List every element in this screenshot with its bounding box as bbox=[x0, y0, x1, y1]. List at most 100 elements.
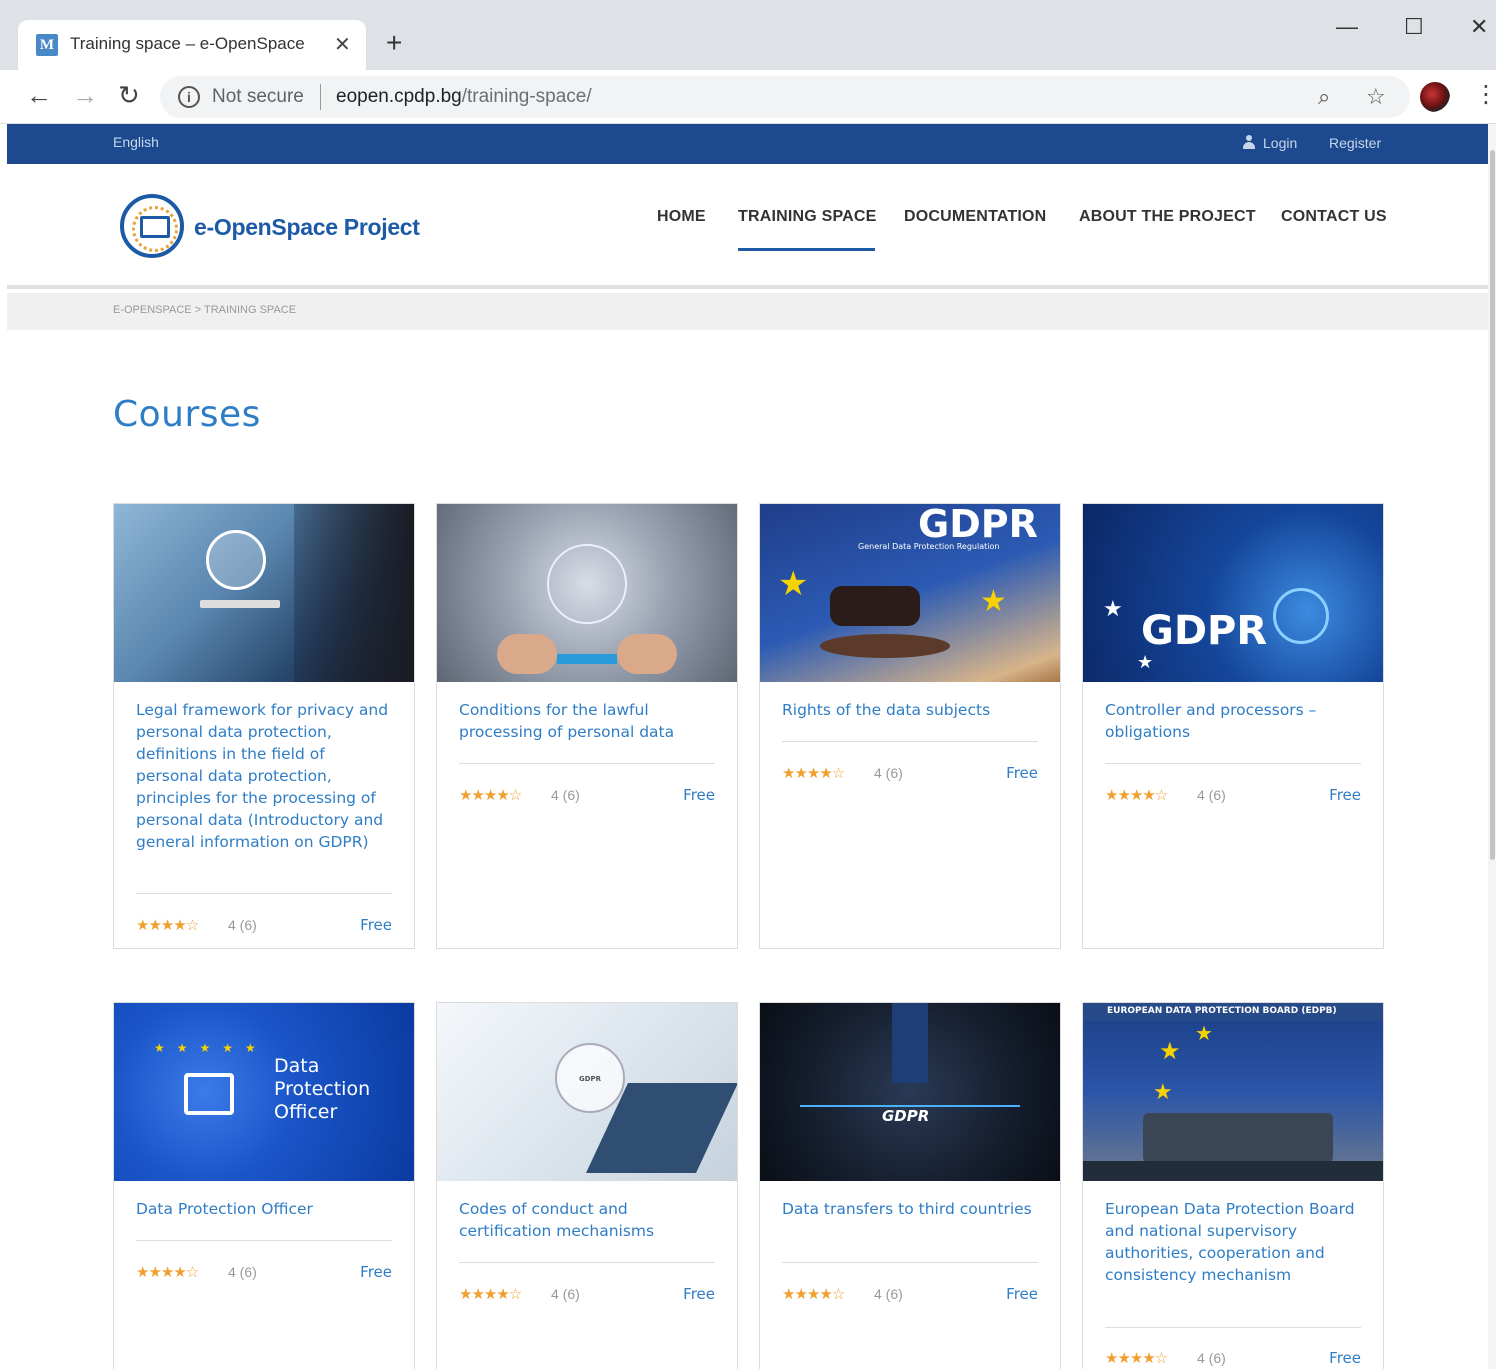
course-card[interactable]: GDPR ★ ★ Controller and processors – obl… bbox=[1082, 503, 1384, 949]
shield-icon bbox=[1273, 588, 1329, 644]
course-price: Free bbox=[1006, 1285, 1038, 1303]
course-image[interactable]: Data Protection Officer ★★★★★ bbox=[114, 1003, 414, 1181]
eu-star-icon: ★ bbox=[1137, 652, 1154, 672]
course-image[interactable]: GDPR bbox=[760, 1003, 1060, 1181]
course-meta: ★★★★☆ 4 (6) Free bbox=[1105, 1349, 1361, 1369]
tablet-shape bbox=[200, 600, 280, 608]
nav-contact-us[interactable]: CONTACT US bbox=[1281, 208, 1387, 226]
rating-stars: ★★★★☆ bbox=[1105, 1350, 1168, 1367]
course-meta: ★★★★☆ 4 (6) Free bbox=[136, 1263, 392, 1283]
rating-value: 4 (6) bbox=[551, 1286, 580, 1302]
logo-text[interactable]: e-OpenSpace Project bbox=[194, 214, 420, 241]
address-bar[interactable]: i Not secure eopen.cpdp.bg/training-spac… bbox=[160, 76, 1410, 118]
gavel-icon bbox=[830, 586, 920, 626]
course-title[interactable]: Conditions for the lawful processing of … bbox=[459, 699, 719, 743]
reload-icon[interactable]: ↻ bbox=[118, 80, 140, 111]
browser-tab[interactable]: M Training space – e-OpenSpace ✕ bbox=[18, 20, 366, 70]
course-card[interactable]: EUROPEAN DATA PROTECTION BOARD (EDPB) ★ … bbox=[1082, 1002, 1384, 1369]
gdpr-image-text: GDPR bbox=[882, 1107, 930, 1125]
course-title[interactable]: Rights of the data subjects bbox=[782, 699, 1042, 721]
course-card[interactable]: GDPR Codes of conduct and certification … bbox=[436, 1002, 738, 1369]
breadcrumb-bar: E-OPENSPACE > TRAINING SPACE bbox=[7, 293, 1489, 330]
course-title[interactable]: Legal framework for privacy and personal… bbox=[136, 699, 396, 853]
breadcrumb[interactable]: E-OPENSPACE > TRAINING SPACE bbox=[113, 304, 296, 316]
course-meta: ★★★★☆ 4 (6) Free bbox=[459, 786, 715, 806]
dpo-image-text: Data Protection Officer bbox=[274, 1055, 371, 1123]
nav-about-project[interactable]: ABOUT THE PROJECT bbox=[1079, 208, 1256, 226]
course-card[interactable]: GDPR Data transfers to third countries ★… bbox=[759, 1002, 1061, 1369]
course-image[interactable]: GDPR ★ ★ bbox=[1083, 504, 1383, 682]
course-meta: ★★★★☆ 4 (6) Free bbox=[782, 764, 1038, 784]
close-window-icon[interactable]: ✕ bbox=[1470, 14, 1488, 40]
tab-title: Training space – e-OpenSpace bbox=[70, 34, 305, 53]
forward-arrow-icon[interactable]: → bbox=[72, 80, 98, 111]
course-title[interactable]: Codes of conduct and certification mecha… bbox=[459, 1198, 719, 1242]
hand-shape bbox=[617, 634, 677, 674]
bookmark-star-icon[interactable]: ☆ bbox=[1366, 84, 1386, 110]
nav-home[interactable]: HOME bbox=[657, 208, 706, 226]
rating-value: 4 (6) bbox=[1197, 787, 1226, 803]
maximize-window-icon[interactable]: ☐ bbox=[1404, 14, 1424, 40]
padlock-icon bbox=[184, 1073, 234, 1115]
image-caption-bar bbox=[1083, 1161, 1383, 1181]
rating-stars: ★★★★☆ bbox=[136, 917, 199, 934]
card-divider bbox=[136, 893, 392, 894]
project-logo-icon[interactable] bbox=[120, 194, 184, 258]
not-secure-label: Not secure bbox=[212, 86, 304, 107]
course-image[interactable]: GDPR bbox=[437, 1003, 737, 1181]
browser-toolbar: ← → ↻ i Not secure eopen.cpdp.bg/trainin… bbox=[0, 70, 1496, 124]
rating-value: 4 (6) bbox=[551, 787, 580, 803]
register-link[interactable]: Register bbox=[1329, 135, 1381, 151]
card-divider bbox=[136, 1240, 392, 1241]
laptop-keyboard bbox=[1143, 1113, 1333, 1163]
course-title[interactable]: European Data Protection Board and natio… bbox=[1105, 1198, 1365, 1286]
gdpr-image-text: GDPR bbox=[918, 504, 1038, 546]
login-link[interactable]: Login bbox=[1243, 135, 1297, 151]
course-card[interactable]: Conditions for the lawful processing of … bbox=[436, 503, 738, 949]
card-divider bbox=[782, 1262, 1038, 1263]
profile-avatar[interactable] bbox=[1420, 82, 1450, 112]
course-title[interactable]: Controller and processors – obligations bbox=[1105, 699, 1365, 743]
rating-value: 4 (6) bbox=[228, 1264, 257, 1280]
nav-documentation[interactable]: DOCUMENTATION bbox=[904, 208, 1046, 226]
course-card[interactable]: Data Protection Officer ★★★★★ Data Prote… bbox=[113, 1002, 415, 1369]
course-image[interactable]: EUROPEAN DATA PROTECTION BOARD (EDPB) ★ … bbox=[1083, 1003, 1383, 1181]
phone-glow bbox=[557, 654, 617, 664]
rating-value: 4 (6) bbox=[1197, 1350, 1226, 1366]
course-image[interactable]: GDPR General Data Protection Regulation … bbox=[760, 504, 1060, 682]
course-title[interactable]: Data Protection Officer bbox=[136, 1198, 396, 1220]
nav-training-space[interactable]: TRAINING SPACE bbox=[738, 208, 877, 226]
site-favicon-icon: M bbox=[36, 34, 58, 56]
course-card[interactable]: Legal framework for privacy and personal… bbox=[113, 503, 415, 949]
back-arrow-icon[interactable]: ← bbox=[26, 80, 52, 111]
hand-shape bbox=[497, 634, 557, 674]
eu-star-icon: ★ bbox=[1159, 1038, 1181, 1065]
close-tab-icon[interactable]: ✕ bbox=[334, 32, 351, 57]
card-divider bbox=[782, 741, 1038, 742]
scrollbar-thumb[interactable] bbox=[1490, 150, 1495, 860]
course-image[interactable] bbox=[437, 504, 737, 682]
circuit-padlock-icon bbox=[547, 544, 627, 624]
url-text[interactable]: eopen.cpdp.bg/training-space/ bbox=[336, 86, 592, 108]
minimize-window-icon[interactable]: — bbox=[1336, 14, 1358, 40]
card-divider bbox=[459, 1262, 715, 1263]
course-price: Free bbox=[1329, 786, 1361, 804]
rating-value: 4 (6) bbox=[874, 765, 903, 781]
rating-value: 4 (6) bbox=[874, 1286, 903, 1302]
browser-menu-icon[interactable]: ⋮ bbox=[1474, 80, 1496, 109]
user-icon bbox=[1243, 135, 1255, 149]
url-host: eopen.cpdp.bg bbox=[336, 86, 462, 107]
new-tab-icon[interactable]: + bbox=[386, 28, 402, 58]
course-card[interactable]: GDPR General Data Protection Regulation … bbox=[759, 503, 1061, 949]
gdpr-image-text: GDPR bbox=[1141, 608, 1268, 654]
course-title[interactable]: Data transfers to third countries bbox=[782, 1198, 1042, 1220]
course-image[interactable] bbox=[114, 504, 414, 682]
course-meta: ★★★★☆ 4 (6) Free bbox=[1105, 786, 1361, 806]
card-divider bbox=[1105, 763, 1361, 764]
course-price: Free bbox=[683, 786, 715, 804]
zoom-icon[interactable]: ⌕ bbox=[1318, 84, 1330, 110]
active-nav-indicator bbox=[738, 248, 875, 251]
rating-stars: ★★★★☆ bbox=[459, 787, 522, 804]
site-info-icon[interactable]: i bbox=[178, 86, 200, 108]
language-selector[interactable]: English bbox=[113, 134, 159, 150]
